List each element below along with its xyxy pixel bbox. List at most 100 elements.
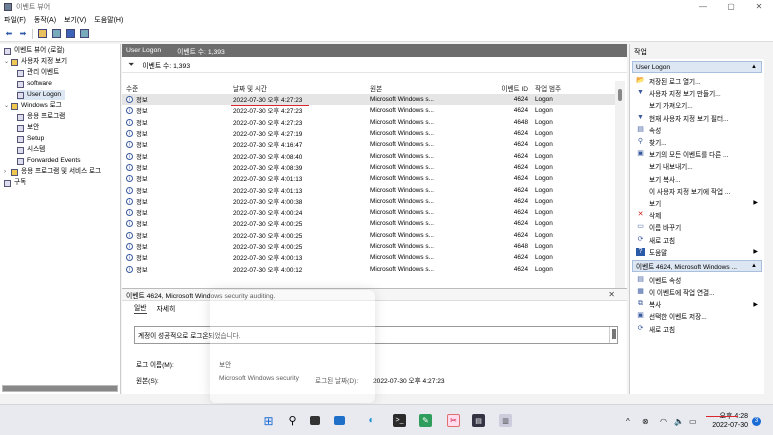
scrollbar-thumb[interactable] [618, 89, 622, 101]
table-row[interactable]: i 정보 2022-07-30 오후 4:00:25 Microsoft Window… [122, 230, 615, 241]
event-message-box[interactable]: 계정이 성공적으로 로그온되었습니다. [134, 326, 618, 344]
up-folder-icon[interactable] [37, 29, 47, 39]
action-item[interactable]: ✕ 삭제 [630, 209, 764, 221]
wifi-icon[interactable]: ◠ [660, 417, 667, 426]
table-row[interactable]: i 정보 2022-07-30 오후 4:00:12 Microsoft Window… [122, 263, 615, 274]
taskbar-clock[interactable]: 오후 4:28 2022-07-30 [704, 412, 748, 430]
table-row[interactable]: i 정보 2022-07-30 오후 4:01:13 Microsoft Window… [122, 173, 615, 184]
menu-file[interactable]: 파일(F) [4, 15, 26, 25]
menu-action[interactable]: 동작(A) [34, 15, 56, 25]
help-icon[interactable] [65, 29, 75, 39]
tree-item-setup[interactable]: Setup [17, 134, 44, 144]
close-button[interactable]: ✕ [745, 0, 773, 14]
forward-arrow-icon[interactable]: ➡ [18, 29, 28, 39]
action-item[interactable]: 보기 내보내기... [630, 160, 764, 172]
table-row[interactable]: i 정보 2022-07-30 오후 4:01:13 Microsoft Window… [122, 184, 615, 195]
tree-item-event-viewer[interactable]: 이벤트 뷰어 (로컬) [4, 46, 65, 56]
event-viewer-taskbar-icon[interactable]: ▤ [472, 414, 485, 427]
table-row[interactable]: i 정보 2022-07-30 오후 4:00:25 Microsoft Window… [122, 241, 615, 252]
action-item[interactable]: ▦ 이 이벤트에 작업 연결... [630, 286, 764, 298]
start-menu-icon[interactable]: ⊞ [262, 414, 275, 428]
actions-scrollbar[interactable] [765, 44, 773, 394]
tab-general[interactable]: 일반 [134, 302, 147, 314]
scrollbar-thumb[interactable] [611, 329, 616, 339]
collapse-arrow-icon[interactable]: ▲ [751, 64, 757, 70]
action-item[interactable]: ▤ 속성 [630, 124, 764, 136]
scrollbar-thumb[interactable] [3, 386, 117, 391]
back-arrow-icon[interactable]: ⬅ [4, 29, 14, 39]
snipping-tool-icon[interactable]: ✂ [447, 414, 460, 427]
action-item[interactable]: ▣ 보기의 모든 이벤트를 다른 ... [630, 148, 764, 160]
tree-item-system[interactable]: 시스템 [17, 145, 45, 155]
tree-item-security[interactable]: 보안 [17, 123, 39, 133]
battery-icon[interactable]: ▭ [689, 417, 697, 426]
tree-item-application[interactable]: 응용 프로그램 [17, 112, 65, 122]
task-view-icon[interactable] [310, 416, 320, 425]
minimize-button[interactable]: — [689, 0, 717, 14]
tab-details[interactable]: 자세히 [157, 303, 176, 313]
column-source[interactable]: 원본 [370, 83, 382, 93]
tree-item-subscriptions[interactable]: 구독 [4, 178, 26, 188]
chevron-right-icon[interactable]: › [4, 167, 10, 177]
widgets-icon[interactable] [334, 416, 345, 425]
tree-item-software[interactable]: software [17, 79, 52, 89]
column-date[interactable]: 날짜 및 시간 [233, 83, 267, 93]
action-item[interactable]: 보기 복사... [630, 173, 764, 185]
table-row[interactable]: i 정보 2022-07-30 오후 4:27:23 Microsoft Window… [122, 105, 615, 116]
action-item[interactable]: ⧉ 복사 ▶ [630, 298, 764, 310]
tree-horizontal-scrollbar[interactable] [2, 385, 118, 392]
app-taskbar-icon[interactable]: ▥ [499, 414, 512, 427]
actions-section-user-logon[interactable]: User Logon ▲ [632, 61, 762, 73]
table-row[interactable]: i 정보 2022-07-30 오후 4:00:38 Microsoft Window… [122, 196, 615, 207]
maximize-button[interactable]: ▢ [717, 0, 745, 14]
chevron-down-icon[interactable]: ⌄ [4, 101, 10, 111]
tree-item-apps-services-logs[interactable]: › 응용 프로그램 및 서비스 로그 [4, 167, 121, 177]
action-item[interactable]: ▣ 선택한 이벤트 저장... [630, 310, 764, 322]
actions-section-event[interactable]: 이벤트 4624, Microsoft Windows ... ▲ [632, 259, 762, 272]
action-item[interactable]: 보기 ▶ [630, 197, 764, 209]
table-row[interactable]: i 정보 2022-07-30 오후 4:27:23 Microsoft Window… [122, 117, 615, 128]
notepad-icon[interactable]: ✎ [419, 414, 432, 427]
action-item[interactable]: ⟳ 새로 고침 [630, 233, 764, 245]
table-row[interactable]: i 정보 2022-07-30 오후 4:27:23 Microsoft Window… [122, 94, 615, 106]
column-event-id[interactable]: 이벤트 ID [492, 83, 528, 93]
edge-browser-icon[interactable]: ◐ [365, 414, 378, 427]
table-row[interactable]: i 정보 2022-07-30 오후 4:27:19 Microsoft Window… [122, 128, 615, 139]
column-category[interactable]: 작업 범주 [535, 83, 561, 93]
menu-view[interactable]: 보기(V) [64, 15, 86, 25]
volume-icon[interactable]: 🔈 [674, 417, 684, 426]
action-item[interactable]: 📂 저장된 로그 열기... [630, 75, 764, 87]
table-row[interactable]: i 정보 2022-07-30 오후 4:00:25 Microsoft Window… [122, 218, 615, 229]
tray-chevron-icon[interactable]: ^ [626, 417, 630, 426]
action-item[interactable]: ▭ 이름 바꾸기 [630, 221, 764, 233]
chevron-down-icon[interactable]: ⌄ [4, 57, 10, 67]
action-item[interactable]: ▤ 이벤트 속성 [630, 274, 764, 286]
action-item[interactable]: ? 도움말 ▶ [630, 246, 764, 258]
table-row[interactable]: i 정보 2022-07-30 오후 4:00:13 Microsoft Window… [122, 252, 615, 263]
action-item[interactable]: ⚲ 찾기... [630, 136, 764, 148]
show-hide-tree-icon[interactable] [51, 29, 61, 39]
action-item[interactable]: 보기 가져오기... [630, 99, 764, 111]
table-row[interactable]: i 정보 2022-07-30 오후 4:08:40 Microsoft Window… [122, 150, 615, 161]
table-row[interactable]: i 정보 2022-07-30 오후 4:08:39 Microsoft Window… [122, 162, 615, 173]
tree-item-custom-views[interactable]: ⌄ 사용자 지정 보기 [4, 57, 67, 67]
message-scrollbar[interactable] [609, 327, 617, 343]
column-level[interactable]: 수준 [126, 83, 138, 93]
terminal-icon[interactable]: >_ [393, 414, 406, 427]
search-icon[interactable]: ⚲ [286, 414, 299, 427]
tree-item-user-logon[interactable]: User Logon [17, 90, 66, 100]
action-item[interactable]: 이 사용자 지정 보기에 작업 ... [630, 185, 764, 197]
table-row[interactable]: i 정보 2022-07-30 오후 4:16:47 Microsoft Window… [122, 139, 615, 150]
tree-item-windows-logs[interactable]: ⌄ Windows 로그 [4, 101, 62, 111]
table-row[interactable]: i 정보 2022-07-30 오후 4:00:24 Microsoft Window… [122, 207, 615, 218]
action-pane-icon[interactable] [79, 29, 89, 39]
action-item[interactable]: ▼ 사용자 지정 보기 만들기... [630, 87, 764, 99]
tree-item-admin-events[interactable]: 관리 이벤트 [17, 68, 59, 78]
action-item[interactable]: ⟳ 새로 고침 [630, 323, 764, 335]
tree-item-forwarded-events[interactable]: Forwarded Events [17, 156, 81, 166]
menu-help[interactable]: 도움말(H) [94, 15, 123, 25]
action-item[interactable]: ▼ 현재 사용자 지정 보기 필터... [630, 112, 764, 124]
notification-badge[interactable]: 3 [752, 417, 761, 426]
close-icon[interactable]: ✕ [608, 290, 615, 299]
collapse-arrow-icon[interactable]: ▲ [751, 262, 757, 269]
